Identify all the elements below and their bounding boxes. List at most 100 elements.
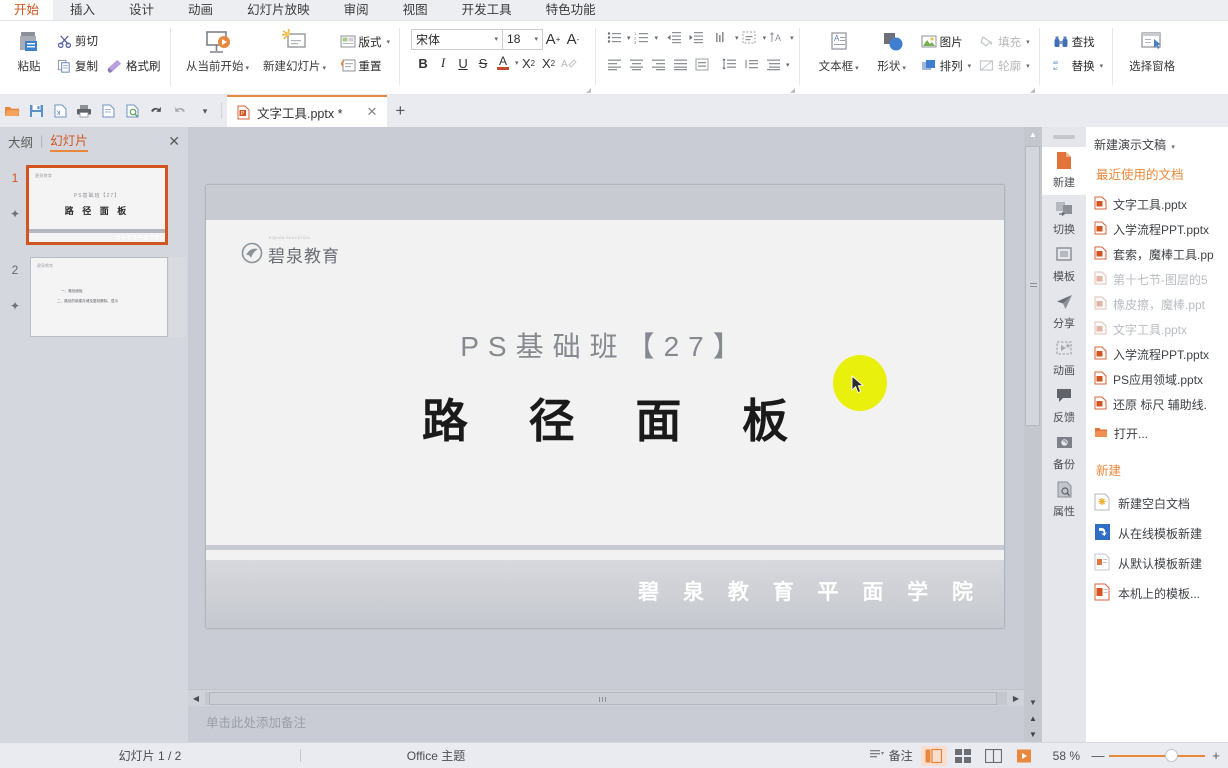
default-template-item[interactable]: 从默认模板新建	[1094, 548, 1228, 578]
paragraph-dialog-launcher[interactable]	[787, 85, 795, 93]
text-direction-button[interactable]	[711, 27, 733, 49]
bold-button[interactable]: B	[413, 52, 433, 74]
thumbnail-row-2[interactable]: 2 ✦ 碧泉教育 一、路径面板 二、路径的新建存储及复制删除、显示	[0, 255, 188, 347]
tab-slides[interactable]: 幻灯片	[50, 130, 88, 152]
zoom-level[interactable]: 58 %	[1053, 749, 1080, 763]
theme-indicator[interactable]: Office 主题	[301, 747, 571, 764]
recent-file-item[interactable]: 文字工具.pptx	[1094, 192, 1228, 217]
open-file-item[interactable]: 打开...	[1094, 421, 1228, 446]
from-current-button[interactable]: 从当前开始 ▾	[182, 24, 254, 74]
print-preview-icon[interactable]	[97, 98, 119, 124]
horizontal-scrollbar[interactable]: ◀ ▶	[188, 689, 1024, 706]
clear-format-button[interactable]: A	[559, 52, 579, 74]
view-reading-button[interactable]	[981, 746, 1007, 766]
underline-button[interactable]: U	[453, 52, 473, 74]
replace-button[interactable]: ab ac 替换 ▾	[1049, 54, 1108, 78]
task-tab-new[interactable]: 新建	[1042, 147, 1086, 195]
zoom-in-button[interactable]: +	[1208, 748, 1224, 763]
thumbnail-2[interactable]: 碧泉教育 一、路径面板 二、路径的新建存储及复制删除、显示	[30, 257, 186, 337]
selection-pane-button[interactable]: 选择窗格	[1122, 24, 1182, 74]
slide-canvas[interactable]: BIQUAN EDUCATION 碧泉教育 PS基础班【27】 路 径 面 板 …	[188, 127, 1024, 689]
distribute-button[interactable]	[691, 54, 713, 76]
current-slide[interactable]: BIQUAN EDUCATION 碧泉教育 PS基础班【27】 路 径 面 板 …	[206, 185, 1004, 628]
font-family-select[interactable]: 宋体 ▾	[411, 28, 504, 50]
increase-indent-button[interactable]	[685, 27, 707, 49]
print-icon[interactable]	[73, 98, 95, 124]
decrease-indent-button[interactable]	[663, 27, 685, 49]
close-pane-icon[interactable]: ✕	[168, 133, 180, 150]
zoom-handle[interactable]	[1165, 748, 1178, 762]
ribbon-tab-view[interactable]: 视图	[386, 0, 445, 21]
zoom-out-button[interactable]: —	[1090, 748, 1106, 763]
close-icon[interactable]: ✕	[366, 104, 377, 120]
scroll-right-icon[interactable]: ▶	[1008, 691, 1024, 706]
ribbon-tab-start[interactable]: 开始	[0, 0, 54, 21]
recent-file-item[interactable]: 第十七节-图层的5	[1094, 267, 1228, 292]
export-pdf-icon[interactable]: ꓘ	[49, 98, 71, 124]
recent-file-item[interactable]: 套索，魔棒工具.pp	[1094, 242, 1228, 267]
recent-file-item[interactable]: 还原 标尺 辅助线.	[1094, 392, 1228, 417]
align-left-button[interactable]	[603, 54, 625, 76]
new-tab-button[interactable]: +	[387, 95, 413, 127]
save-icon[interactable]	[25, 98, 47, 124]
columns-button[interactable]	[762, 54, 784, 76]
insert-dialog-launcher[interactable]	[1027, 85, 1035, 93]
recent-file-item[interactable]: 文字工具.pptx	[1094, 317, 1228, 342]
tab-outline[interactable]: 大纲	[8, 132, 33, 151]
pane-drag-handle[interactable]	[1053, 135, 1075, 139]
italic-button[interactable]: I	[433, 52, 453, 74]
recent-file-item[interactable]: 橡皮擦，魔棒.ppt	[1094, 292, 1228, 317]
recent-file-item[interactable]: 入学流程PPT.pptx	[1094, 342, 1228, 367]
align-right-button[interactable]	[647, 54, 669, 76]
picture-button[interactable]: 图片	[917, 30, 976, 54]
vertical-scrollbar[interactable]: ▲ ▼ ▲ ▼	[1024, 127, 1042, 742]
justify-button[interactable]	[669, 54, 691, 76]
thumbnail-1[interactable]: 碧泉教育 PS基础班【27】 路 径 面 板 碧泉教育平面学院	[26, 165, 168, 245]
fill-button[interactable]: 填充 ▾	[975, 30, 1034, 54]
textbox-button[interactable]: A 文本框 ▾	[811, 24, 867, 74]
customize-qat-icon[interactable]: ▾	[193, 98, 215, 124]
font-size-select[interactable]: 18 ▾	[503, 28, 544, 50]
previous-slide-button[interactable]: ▲	[1025, 710, 1042, 726]
align-text-button[interactable]	[739, 27, 761, 49]
scroll-up-icon[interactable]: ▲	[1025, 127, 1042, 142]
redo-icon[interactable]	[169, 98, 191, 124]
align-center-button[interactable]	[625, 54, 647, 76]
increase-font-size-button[interactable]: A +	[543, 28, 563, 50]
hscroll-track[interactable]	[205, 691, 1007, 705]
subscript-button[interactable]: X2	[539, 52, 559, 74]
document-tab[interactable]: P 文字工具.pptx * ✕	[227, 95, 388, 127]
notes-pane[interactable]: 单击此处添加备注 单击此处添加备注	[188, 706, 1024, 742]
ribbon-tab-developer[interactable]: 开发工具	[445, 0, 529, 21]
next-slide-button[interactable]: ▼	[1025, 726, 1042, 742]
text-direction-vertical-button[interactable]: A	[766, 27, 788, 49]
task-tab-backup[interactable]: 备份	[1042, 430, 1086, 477]
vscroll-track[interactable]	[1025, 142, 1041, 695]
scroll-left-icon[interactable]: ◀	[188, 691, 204, 706]
online-template-item[interactable]: 从在线模板新建	[1094, 518, 1228, 548]
outline-button[interactable]: 轮廓 ▾	[975, 54, 1034, 78]
layout-button[interactable]: 版式 ▾	[336, 30, 395, 54]
file-search-icon[interactable]	[121, 98, 143, 124]
hscroll-thumb[interactable]	[209, 691, 997, 705]
thumbnail-row-1[interactable]: 1 ✦ 碧泉教育 PS基础班【27】 路 径 面 板 碧泉教育平面学院	[0, 163, 188, 255]
undo-icon[interactable]	[145, 98, 167, 124]
view-slide-sorter-button[interactable]	[951, 746, 977, 766]
font-dialog-launcher[interactable]	[583, 85, 592, 93]
ribbon-tab-insert[interactable]: 插入	[53, 0, 112, 21]
shape-button[interactable]: 形状 ▾	[867, 24, 917, 74]
task-tab-transition[interactable]: 切换	[1042, 195, 1086, 242]
reset-button[interactable]: 重置	[336, 54, 395, 78]
slide-count-indicator[interactable]: 幻灯片 1 / 2	[0, 747, 300, 764]
paragraph-spacing-button[interactable]	[740, 54, 762, 76]
zoom-slider[interactable]: — +	[1090, 748, 1224, 763]
new-presentation-dropdown[interactable]: 新建演示文稿 ▾	[1094, 136, 1228, 153]
slide-title[interactable]: PS基础班【27】	[206, 325, 1004, 365]
numbered-list-button[interactable]: 123	[631, 27, 653, 49]
line-spacing-button[interactable]	[718, 54, 740, 76]
local-template-item[interactable]: 本机上的模板...	[1094, 578, 1228, 608]
decrease-font-size-button[interactable]: A-	[563, 28, 583, 50]
ribbon-tab-slideshow[interactable]: 幻灯片放映	[230, 0, 327, 21]
scroll-down-icon[interactable]: ▼	[1025, 695, 1042, 710]
ribbon-tab-review[interactable]: 审阅	[327, 0, 386, 21]
